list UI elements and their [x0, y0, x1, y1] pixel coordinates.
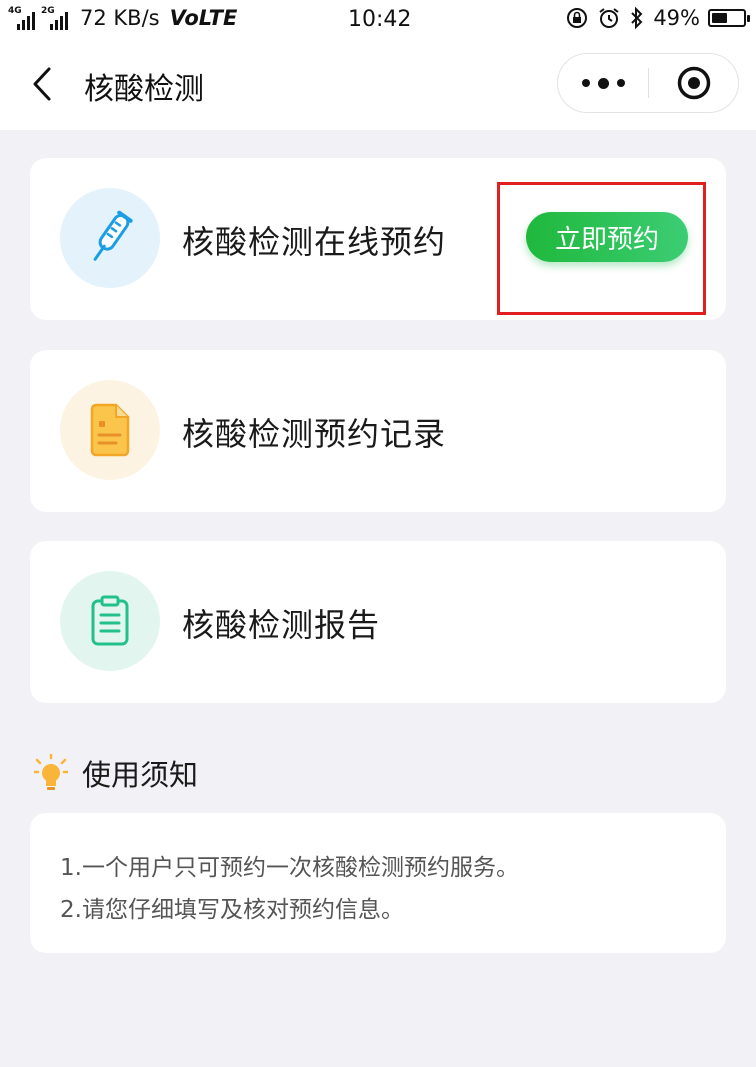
thermometer-icon: [93, 210, 133, 261]
back-button[interactable]: [24, 64, 60, 104]
card-label-booking-records: 核酸检测预约记录: [182, 415, 447, 453]
rotation-lock-icon: [567, 8, 588, 28]
notice-line-1: 1.一个用户只可预约一次核酸检测预约服务。: [60, 855, 519, 881]
clipboard-icon-circle: [60, 571, 160, 671]
document-icon: [90, 403, 130, 457]
bluetooth-icon: [631, 6, 643, 30]
card-label-test-report: 核酸检测报告: [182, 606, 381, 644]
close-button[interactable]: [649, 54, 739, 112]
more-dots-icon: [581, 79, 590, 87]
alarm-icon: [599, 8, 619, 28]
more-button[interactable]: [558, 54, 648, 112]
back-chevron-icon: [33, 67, 51, 101]
volte-indicator: VoLTE: [169, 6, 238, 30]
document-icon-circle: [60, 380, 160, 480]
status-bar: 4G 2G 72 KB/s VoLTE 10:42 49%: [0, 0, 756, 40]
lightbulb-icon: [34, 754, 68, 790]
highlight-annotation: [497, 182, 706, 315]
page-title: 核酸检测: [84, 72, 204, 107]
clock: 10:42: [348, 7, 412, 32]
nav-bar: 核酸检测: [0, 40, 756, 130]
signal-sim2-icon: 2G: [41, 6, 70, 30]
notice-header: 使用须知: [34, 752, 198, 794]
battery-icon: [708, 9, 750, 27]
notice-card: 1.一个用户只可预约一次核酸检测预约服务。 2.请您仔细填写及核对预约信息。: [30, 813, 726, 953]
status-right: 49%: [557, 6, 750, 30]
thermometer-icon-circle: [60, 188, 160, 288]
booking-records-card[interactable]: 核酸检测预约记录: [30, 350, 726, 512]
network-speed: 72 KB/s: [80, 6, 160, 30]
status-left: 4G 2G 72 KB/s VoLTE: [8, 6, 237, 30]
card-label-online-booking: 核酸检测在线预约: [182, 223, 447, 261]
battery-percent: 49%: [653, 6, 700, 30]
notice-line-2: 2.请您仔细填写及核对预约信息。: [60, 897, 404, 923]
mini-program-capsule: [557, 53, 739, 113]
clipboard-icon: [91, 595, 129, 646]
test-report-card[interactable]: 核酸检测报告: [30, 541, 726, 703]
signal-sim1-icon: 4G: [8, 6, 37, 30]
battery-fill: [712, 13, 727, 23]
notice-title: 使用须知: [82, 758, 199, 792]
target-close-icon: [677, 66, 711, 100]
